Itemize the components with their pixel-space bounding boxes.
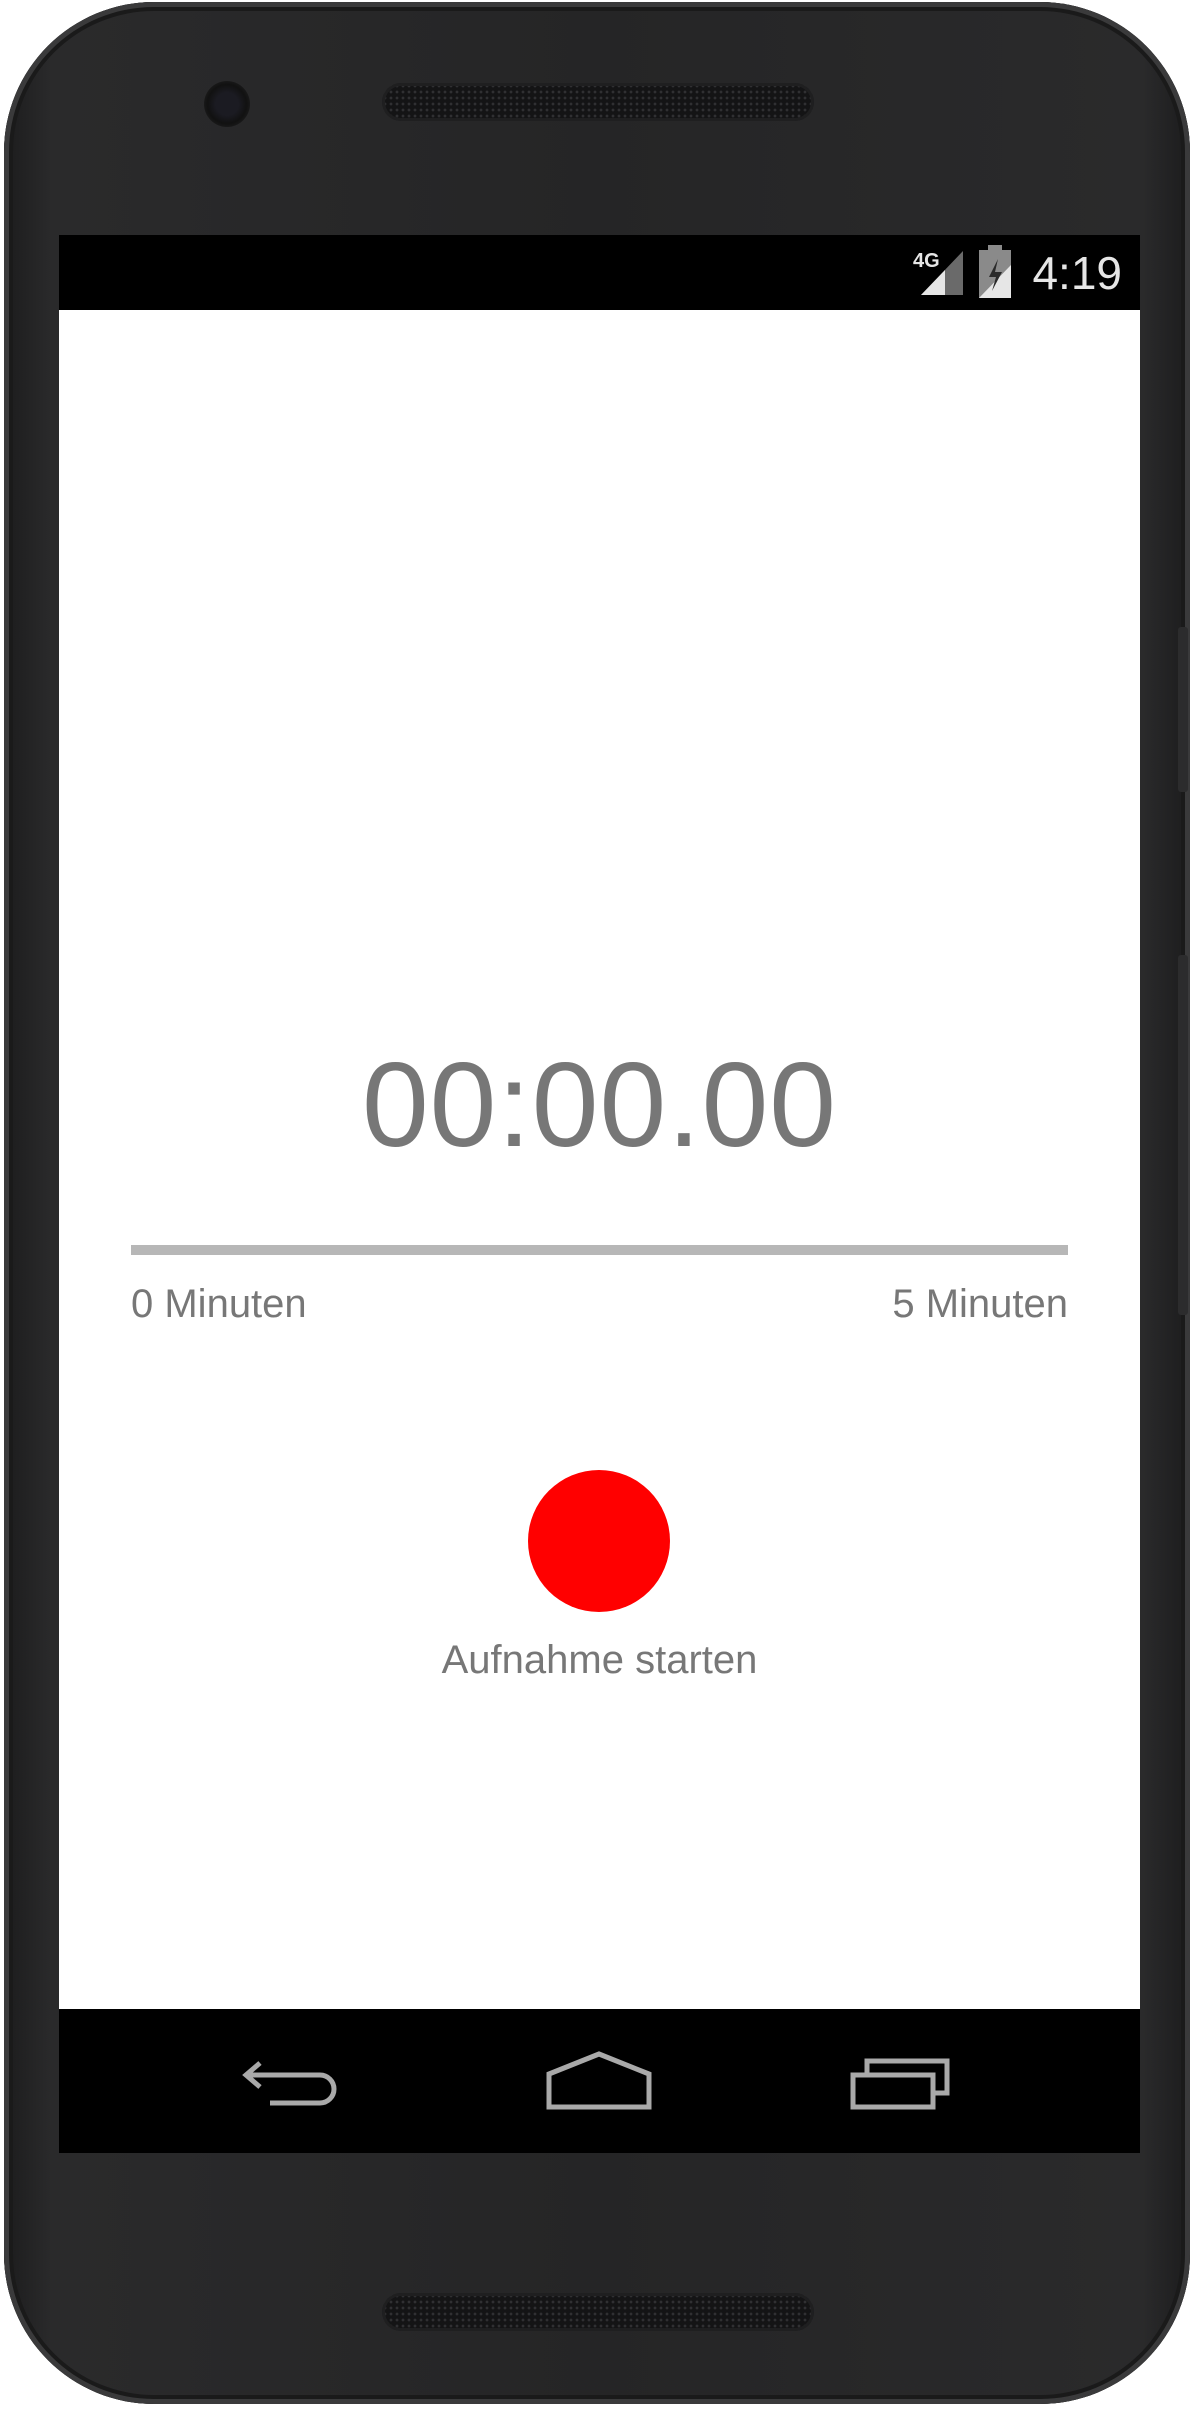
bottom-speaker-grille bbox=[382, 2293, 814, 2331]
front-camera bbox=[204, 81, 250, 127]
battery-icon bbox=[979, 245, 1011, 298]
home-icon bbox=[546, 2051, 652, 2110]
screen: 4G 4:19 00:00.00 0 Minuten 5 Minuten Auf… bbox=[59, 235, 1140, 2153]
record-button[interactable] bbox=[528, 1470, 670, 1612]
recents-icon bbox=[850, 2058, 950, 2110]
recording-progress-bar bbox=[131, 1245, 1068, 1255]
volume-button bbox=[1178, 955, 1188, 1315]
phone-frame: 4G 4:19 00:00.00 0 Minuten 5 Minuten Auf… bbox=[4, 2, 1190, 2404]
back-button[interactable] bbox=[234, 2045, 354, 2117]
navigation-bar bbox=[59, 2009, 1140, 2153]
network-type-label: 4G bbox=[913, 250, 940, 272]
recents-button[interactable] bbox=[841, 2045, 961, 2117]
status-bar: 4G 4:19 bbox=[59, 235, 1140, 310]
home-button[interactable] bbox=[539, 2045, 659, 2117]
signal-icon: 4G bbox=[913, 250, 963, 295]
range-end-label: 5 Minuten bbox=[892, 1282, 1068, 1326]
top-speaker-grille bbox=[382, 83, 814, 121]
record-label: Aufnahme starten bbox=[441, 1638, 758, 1682]
power-button bbox=[1178, 627, 1188, 792]
back-icon bbox=[242, 2061, 337, 2106]
recording-timer: 00:00.00 bbox=[361, 1038, 838, 1172]
status-time: 4:19 bbox=[1032, 247, 1122, 299]
range-start-label: 0 Minuten bbox=[131, 1282, 307, 1326]
